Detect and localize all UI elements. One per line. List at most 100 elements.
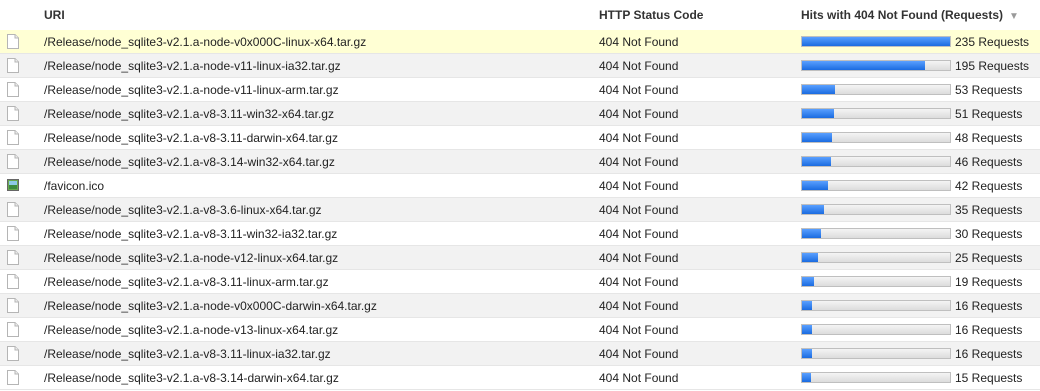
hits-cell: 235 Requests	[955, 35, 1030, 49]
uri-cell[interactable]: /Release/node_sqlite3-v2.1.a-v8-3.11-dar…	[44, 131, 338, 145]
hits-cell: 16 Requests	[955, 347, 1023, 361]
status-cell: 404 Not Found	[599, 59, 679, 73]
table-row[interactable]: /Release/node_sqlite3-v2.1.a-node-v11-li…	[0, 78, 1040, 102]
table-row[interactable]: /Release/node_sqlite3-v2.1.a-node-v12-li…	[0, 246, 1040, 270]
file-icon	[7, 274, 19, 289]
uri-cell[interactable]: /Release/node_sqlite3-v2.1.a-v8-3.11-win…	[44, 227, 337, 241]
status-cell: 404 Not Found	[599, 323, 679, 337]
hits-cell: 16 Requests	[955, 323, 1023, 337]
file-icon	[7, 250, 19, 265]
table-row[interactable]: /Release/node_sqlite3-v2.1.a-v8-3.11-win…	[0, 102, 1040, 126]
hits-cell: 51 Requests	[955, 107, 1023, 121]
uri-cell[interactable]: /Release/node_sqlite3-v2.1.a-node-v11-li…	[44, 83, 339, 97]
table-row[interactable]: /Release/node_sqlite3-v2.1.a-v8-3.6-linu…	[0, 198, 1040, 222]
column-header-uri[interactable]: URI	[44, 8, 65, 22]
column-header-hits-label: Hits with 404 Not Found (Requests)	[801, 8, 1004, 22]
hits-bar	[801, 348, 951, 359]
hits-cell: 53 Requests	[955, 83, 1023, 97]
uri-cell[interactable]: /Release/node_sqlite3-v2.1.a-v8-3.11-lin…	[44, 275, 329, 289]
hits-bar	[801, 372, 951, 383]
hits-bar-fill	[802, 229, 821, 238]
hits-bar	[801, 36, 951, 47]
hits-cell: 48 Requests	[955, 131, 1023, 145]
uri-cell[interactable]: /Release/node_sqlite3-v2.1.a-v8-3.14-dar…	[44, 371, 339, 385]
sort-descending-icon[interactable]: ▼	[1009, 11, 1019, 22]
hits-bar	[801, 84, 951, 95]
hits-cell: 15 Requests	[955, 371, 1023, 385]
hits-bar	[801, 156, 951, 167]
uri-cell[interactable]: /Release/node_sqlite3-v2.1.a-node-v0x000…	[44, 299, 377, 313]
uri-cell[interactable]: /Release/node_sqlite3-v2.1.a-node-v11-li…	[44, 59, 341, 73]
hits-cell: 16 Requests	[955, 299, 1023, 313]
hits-bar	[801, 108, 951, 119]
table-row[interactable]: /Release/node_sqlite3-v2.1.a-v8-3.14-dar…	[0, 366, 1040, 390]
file-icon	[7, 106, 19, 121]
hits-bar-fill	[802, 205, 825, 214]
file-icon	[7, 322, 19, 337]
table-row[interactable]: /Release/node_sqlite3-v2.1.a-node-v11-li…	[0, 54, 1040, 78]
image-icon	[7, 178, 19, 193]
uri-cell[interactable]: /Release/node_sqlite3-v2.1.a-node-v0x000…	[44, 35, 366, 49]
hits-bar	[801, 324, 951, 335]
hits-bar-fill	[802, 301, 813, 310]
status-cell: 404 Not Found	[599, 179, 679, 193]
table-row[interactable]: /Release/node_sqlite3-v2.1.a-v8-3.11-lin…	[0, 270, 1040, 294]
hits-cell: 46 Requests	[955, 155, 1023, 169]
file-icon	[7, 202, 19, 217]
status-cell: 404 Not Found	[599, 131, 679, 145]
file-icon	[7, 82, 19, 97]
table-row[interactable]: /Release/node_sqlite3-v2.1.a-v8-3.14-win…	[0, 150, 1040, 174]
report-table: URI HTTP Status Code Hits with 404 Not F…	[0, 0, 1040, 390]
status-cell: 404 Not Found	[599, 299, 679, 313]
column-header-hits[interactable]: Hits with 404 Not Found (Requests) ▼	[801, 8, 1019, 22]
hits-bar-fill	[802, 325, 813, 334]
uri-cell[interactable]: /Release/node_sqlite3-v2.1.a-v8-3.14-win…	[44, 155, 335, 169]
hits-bar-fill	[802, 181, 829, 190]
file-icon	[7, 346, 19, 361]
status-cell: 404 Not Found	[599, 35, 679, 49]
file-icon	[7, 370, 19, 385]
table-row[interactable]: /Release/node_sqlite3-v2.1.a-v8-3.11-dar…	[0, 126, 1040, 150]
file-icon	[7, 226, 19, 241]
status-cell: 404 Not Found	[599, 203, 679, 217]
hits-cell: 19 Requests	[955, 275, 1023, 289]
uri-cell[interactable]: /Release/node_sqlite3-v2.1.a-node-v12-li…	[44, 251, 338, 265]
file-icon	[7, 130, 19, 145]
table-row[interactable]: /Release/node_sqlite3-v2.1.a-node-v0x000…	[0, 294, 1040, 318]
column-header-status[interactable]: HTTP Status Code	[599, 8, 703, 22]
file-icon	[7, 34, 19, 49]
uri-cell[interactable]: /Release/node_sqlite3-v2.1.a-v8-3.6-linu…	[44, 203, 322, 217]
table-row[interactable]: /Release/node_sqlite3-v2.1.a-v8-3.11-win…	[0, 222, 1040, 246]
hits-bar-fill	[802, 157, 831, 166]
hits-bar	[801, 228, 951, 239]
hits-bar	[801, 180, 951, 191]
hits-bar	[801, 132, 951, 143]
hits-bar	[801, 204, 951, 215]
hits-bar	[801, 60, 951, 71]
table-row[interactable]: /Release/node_sqlite3-v2.1.a-node-v13-li…	[0, 318, 1040, 342]
hits-bar	[801, 300, 951, 311]
status-cell: 404 Not Found	[599, 155, 679, 169]
status-cell: 404 Not Found	[599, 107, 679, 121]
uri-cell[interactable]: /Release/node_sqlite3-v2.1.a-node-v13-li…	[44, 323, 338, 337]
table-row[interactable]: /Release/node_sqlite3-v2.1.a-v8-3.11-lin…	[0, 342, 1040, 366]
hits-cell: 195 Requests	[955, 59, 1030, 73]
file-icon	[7, 154, 19, 169]
uri-cell[interactable]: /Release/node_sqlite3-v2.1.a-v8-3.11-win…	[44, 107, 334, 121]
hits-bar-fill	[802, 37, 950, 46]
table-row[interactable]: /favicon.ico 404 Not Found 42 Requests	[0, 174, 1040, 198]
hits-bar-fill	[802, 61, 925, 70]
file-icon	[7, 58, 19, 73]
file-icon	[7, 298, 19, 313]
hits-bar-fill	[802, 253, 818, 262]
hits-cell: 25 Requests	[955, 251, 1023, 265]
hits-bar-fill	[802, 109, 835, 118]
status-cell: 404 Not Found	[599, 371, 679, 385]
table-row[interactable]: /Release/node_sqlite3-v2.1.a-node-v0x000…	[0, 30, 1040, 54]
hits-cell: 30 Requests	[955, 227, 1023, 241]
hits-bar-fill	[802, 133, 833, 142]
hits-bar	[801, 276, 951, 287]
status-cell: 404 Not Found	[599, 275, 679, 289]
uri-cell[interactable]: /Release/node_sqlite3-v2.1.a-v8-3.11-lin…	[44, 347, 331, 361]
uri-cell[interactable]: /favicon.ico	[44, 179, 104, 193]
